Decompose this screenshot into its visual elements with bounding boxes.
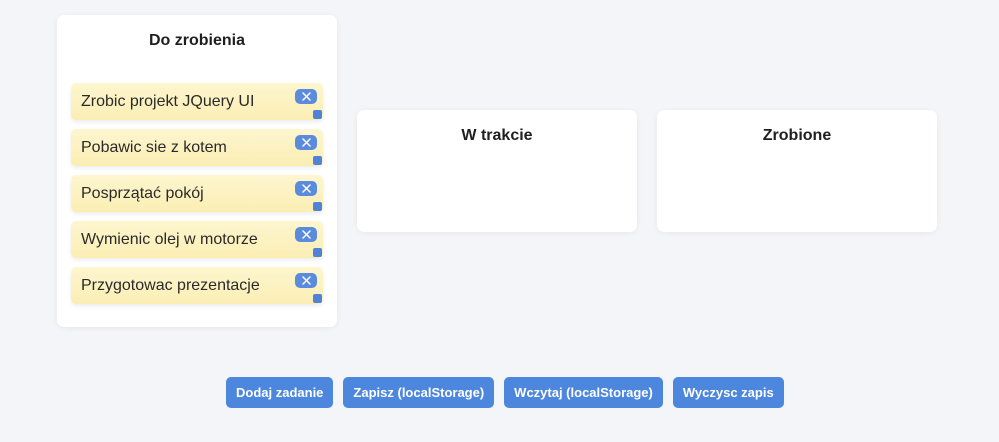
close-icon xyxy=(301,230,311,239)
task-card[interactable]: Wymienic olej w motorze xyxy=(71,221,323,258)
delete-task-button[interactable] xyxy=(295,227,317,242)
column-done[interactable]: Zrobione xyxy=(657,110,937,232)
resize-handle-icon[interactable] xyxy=(313,110,322,119)
load-button[interactable]: Wczytaj (localStorage) xyxy=(504,377,663,408)
task-label: Posprzątać pokój xyxy=(81,185,204,202)
column-title: Zrobione xyxy=(762,127,832,144)
resize-handle-icon[interactable] xyxy=(313,202,322,211)
task-list: Zrobic projekt JQuery UI Pobawic sie z k… xyxy=(71,83,323,313)
task-label: Wymienic olej w motorze xyxy=(81,231,258,248)
close-icon xyxy=(301,92,311,101)
column-in-progress[interactable]: W trakcie xyxy=(357,110,637,232)
column-todo[interactable]: Do zrobienia Zrobic projekt JQuery UI Po… xyxy=(57,15,337,327)
task-card[interactable]: Pobawic sie z kotem xyxy=(71,129,323,166)
add-task-button[interactable]: Dodaj zadanie xyxy=(226,377,334,408)
close-icon xyxy=(301,276,311,285)
close-icon xyxy=(301,138,311,147)
task-card[interactable]: Posprzątać pokój xyxy=(71,175,323,212)
delete-task-button[interactable] xyxy=(295,89,317,104)
toolbar: Dodaj zadanie Zapisz (localStorage) Wczy… xyxy=(226,377,784,408)
delete-task-button[interactable] xyxy=(295,273,317,288)
resize-handle-icon[interactable] xyxy=(313,248,322,257)
task-label: Pobawic sie z kotem xyxy=(81,139,227,156)
task-label: Przygotowac prezentacje xyxy=(81,277,260,294)
task-card[interactable]: Przygotowac prezentacje xyxy=(71,267,323,304)
task-card[interactable]: Zrobic projekt JQuery UI xyxy=(71,83,323,120)
close-icon xyxy=(301,184,311,193)
save-button[interactable]: Zapisz (localStorage) xyxy=(343,377,495,408)
delete-task-button[interactable] xyxy=(295,135,317,150)
column-title: Do zrobienia xyxy=(148,32,245,49)
column-title: W trakcie xyxy=(461,127,533,144)
clear-save-button[interactable]: Wyczysc zapis xyxy=(672,377,784,408)
delete-task-button[interactable] xyxy=(295,181,317,196)
resize-handle-icon[interactable] xyxy=(313,294,322,303)
task-label: Zrobic projekt JQuery UI xyxy=(81,93,255,110)
resize-handle-icon[interactable] xyxy=(313,156,322,165)
